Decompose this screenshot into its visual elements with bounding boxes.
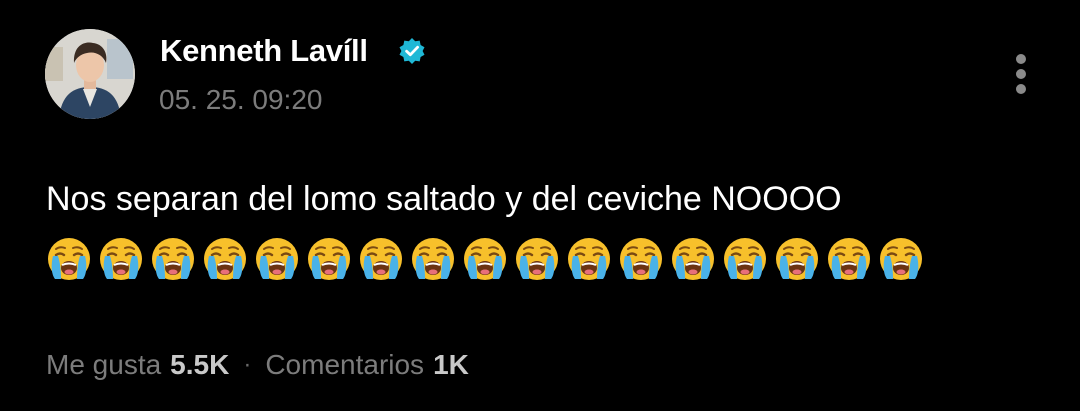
more-vertical-icon	[1016, 54, 1026, 64]
loudly-crying-face-icon	[256, 238, 298, 280]
post-text: Nos separan del lomo saltado y del cevic…	[46, 180, 842, 218]
loudly-crying-face-icon	[516, 238, 558, 280]
likes-label: Me gusta	[46, 349, 162, 380]
loudly-crying-face-icon	[828, 238, 870, 280]
likes-stat[interactable]: Me gusta 5.5K	[46, 349, 229, 381]
more-vertical-icon-dot	[1016, 84, 1026, 94]
more-vertical-icon-dot	[1016, 69, 1026, 79]
loudly-crying-face-icon	[412, 238, 454, 280]
avatar[interactable]	[45, 29, 135, 119]
post-timestamp: 05. 25. 09:20	[159, 84, 323, 115]
comments-stat[interactable]: Comentarios 1K	[265, 349, 469, 381]
emoji-row	[46, 236, 930, 284]
comments-label: Comentarios	[265, 349, 425, 380]
loudly-crying-face-icon	[360, 238, 402, 280]
likes-count: 5.5K	[170, 349, 230, 380]
loudly-crying-face-icon	[620, 238, 662, 280]
comments-count: 1K	[433, 349, 469, 380]
more-options-button[interactable]	[1006, 50, 1036, 98]
stats-separator: ·	[243, 351, 252, 378]
loudly-crying-face-icon	[724, 238, 766, 280]
loudly-crying-face-icon	[48, 238, 90, 280]
post-card: Kenneth Lavíll 05. 25. 09:20 Nos separan…	[0, 0, 1080, 411]
verified-badge-icon	[399, 38, 425, 64]
loudly-crying-face-icon	[464, 238, 506, 280]
loudly-crying-face-icon	[776, 238, 818, 280]
loudly-crying-face-icon	[568, 238, 610, 280]
post-stats: Me gusta 5.5K · Comentarios 1K	[46, 349, 469, 381]
loudly-crying-face-icon	[152, 238, 194, 280]
loudly-crying-face-icon	[308, 238, 350, 280]
loudly-crying-face-icon	[100, 238, 142, 280]
loudly-crying-face-icon	[204, 238, 246, 280]
author-name[interactable]: Kenneth Lavíll	[160, 33, 368, 69]
loudly-crying-face-icon	[672, 238, 714, 280]
loudly-crying-face-icon	[880, 238, 922, 280]
